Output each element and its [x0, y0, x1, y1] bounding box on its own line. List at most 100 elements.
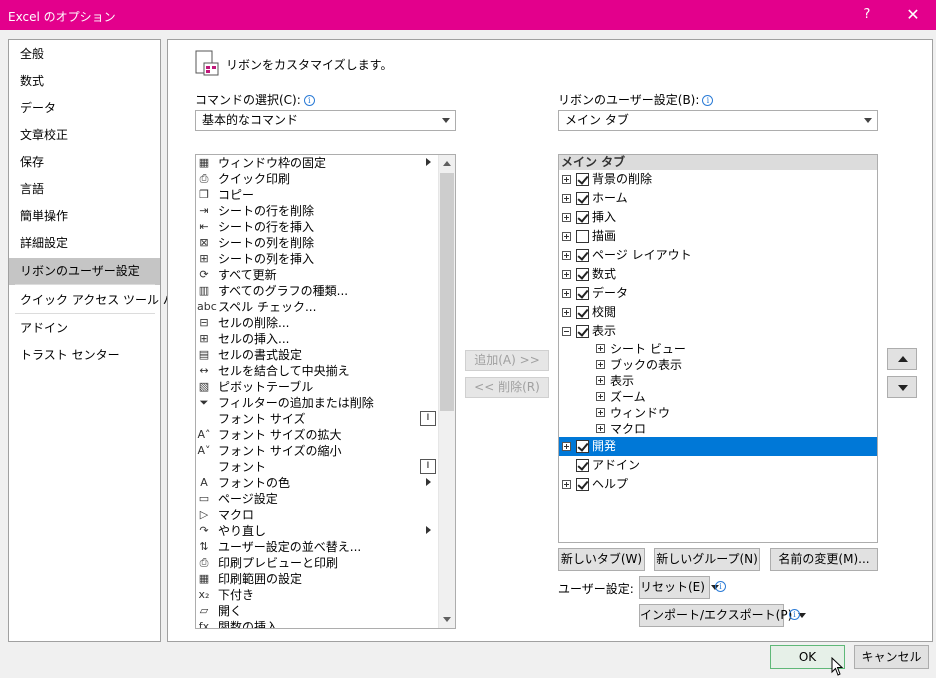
- cancel-button[interactable]: キャンセル: [854, 645, 929, 669]
- choose-commands-dropdown[interactable]: 基本的なコマンド: [195, 110, 456, 131]
- tree-item[interactable]: シート ビュー: [559, 341, 877, 357]
- nav-item[interactable]: データ: [9, 95, 160, 122]
- command-item[interactable]: ⟳ すべて更新: [196, 267, 439, 283]
- tree-item[interactable]: 挿入: [559, 208, 877, 227]
- expand-icon[interactable]: [562, 270, 571, 279]
- tree-item[interactable]: 開発: [559, 437, 877, 456]
- command-item[interactable]: A フォントの色: [196, 475, 439, 491]
- command-item[interactable]: ▦ ウィンドウ枠の固定: [196, 155, 439, 171]
- command-item[interactable]: フォント I: [196, 459, 439, 475]
- scroll-up-icon[interactable]: [439, 155, 455, 172]
- ribbon-tree[interactable]: メイン タブ 背景の削除 ホーム 挿入 描画 ページ レイアウト 数式 データ 校閲 表示 シート…: [558, 154, 878, 543]
- tab-checkbox[interactable]: [576, 192, 589, 205]
- reset-button[interactable]: リセット(E): [639, 576, 719, 599]
- tree-item[interactable]: データ: [559, 284, 877, 303]
- command-item[interactable]: ⇥ シートの行を削除: [196, 203, 439, 219]
- scroll-down-icon[interactable]: [439, 611, 455, 628]
- expand-icon[interactable]: [596, 408, 605, 417]
- expand-icon[interactable]: [562, 213, 571, 222]
- tree-item[interactable]: ヘルプ: [559, 475, 877, 494]
- expand-icon[interactable]: [596, 424, 605, 433]
- nav-item[interactable]: アドイン: [9, 315, 160, 342]
- command-item[interactable]: ⇤ シートの行を挿入: [196, 219, 439, 235]
- nav-item[interactable]: 詳細設定: [9, 230, 160, 257]
- command-item[interactable]: ⏷ フィルターの追加または削除: [196, 395, 439, 411]
- command-item[interactable]: x₂ 下付き: [196, 587, 439, 603]
- expand-icon[interactable]: [596, 376, 605, 385]
- new-group-button[interactable]: 新しいグループ(N): [654, 548, 760, 571]
- new-tab-button[interactable]: 新しいタブ(W): [558, 548, 645, 571]
- command-item[interactable]: A˄ フォント サイズの拡大: [196, 427, 439, 443]
- tree-item[interactable]: マクロ: [559, 421, 877, 437]
- command-item[interactable]: フォント サイズ I: [196, 411, 439, 427]
- command-item[interactable]: A˅ フォント サイズの縮小: [196, 443, 439, 459]
- help-button[interactable]: ?: [844, 0, 890, 30]
- tree-item[interactable]: アドイン: [559, 456, 877, 475]
- tree-item[interactable]: 表示: [559, 373, 877, 389]
- command-item[interactable]: ▱ 開く: [196, 603, 439, 619]
- command-item[interactable]: ❐ コピー: [196, 187, 439, 203]
- tree-item[interactable]: ウィンドウ: [559, 405, 877, 421]
- expand-icon[interactable]: [562, 194, 571, 203]
- remove-button[interactable]: << 削除(R): [465, 377, 549, 398]
- command-item[interactable]: ▭ ページ設定: [196, 491, 439, 507]
- nav-item[interactable]: 言語: [9, 176, 160, 203]
- command-item[interactable]: ⊞ シートの列を挿入: [196, 251, 439, 267]
- command-item[interactable]: ▧ ピボットテーブル: [196, 379, 439, 395]
- customize-ribbon-dropdown[interactable]: メイン タブ: [558, 110, 878, 131]
- command-item[interactable]: ⎙ クイック印刷: [196, 171, 439, 187]
- commands-list[interactable]: ▦ ウィンドウ枠の固定 ⎙ クイック印刷 ❐ コピー ⇥ シートの行を削除 ⇤ シートの行を挿入 ⊠…: [195, 154, 456, 629]
- expand-icon[interactable]: [562, 251, 571, 260]
- tree-item[interactable]: ズーム: [559, 389, 877, 405]
- expand-icon[interactable]: [562, 289, 571, 298]
- tree-item[interactable]: 数式: [559, 265, 877, 284]
- command-item[interactable]: ▤ セルの書式設定: [196, 347, 439, 363]
- command-item[interactable]: ⇅ ユーザー設定の並べ替え...: [196, 539, 439, 555]
- command-item[interactable]: ↷ やり直し: [196, 523, 439, 539]
- tree-item[interactable]: ブックの表示: [559, 357, 877, 373]
- tab-checkbox[interactable]: [576, 268, 589, 281]
- commands-scrollbar[interactable]: [438, 155, 455, 628]
- move-down-button[interactable]: [887, 376, 917, 398]
- import-export-button[interactable]: インポート/エクスポート(P): [639, 604, 807, 627]
- command-item[interactable]: ⎙ 印刷プレビューと印刷: [196, 555, 439, 571]
- expand-icon[interactable]: [596, 360, 605, 369]
- tree-item[interactable]: ホーム: [559, 189, 877, 208]
- scroll-thumb[interactable]: [440, 173, 454, 411]
- tab-checkbox[interactable]: [576, 211, 589, 224]
- command-item[interactable]: abc スペル チェック...: [196, 299, 439, 315]
- tab-checkbox[interactable]: [576, 325, 589, 338]
- command-item[interactable]: ▦ 印刷範囲の設定: [196, 571, 439, 587]
- command-item[interactable]: ▷ マクロ: [196, 507, 439, 523]
- nav-item[interactable]: クイック アクセス ツール バー: [9, 287, 187, 314]
- command-item[interactable]: ⊞ セルの挿入...: [196, 331, 439, 347]
- command-item[interactable]: ↔ セルを結合して中央揃え: [196, 363, 439, 379]
- tree-item[interactable]: ページ レイアウト: [559, 246, 877, 265]
- tab-checkbox[interactable]: [576, 440, 589, 453]
- expand-icon[interactable]: [562, 232, 571, 241]
- expand-icon[interactable]: [596, 344, 605, 353]
- tab-checkbox[interactable]: [576, 249, 589, 262]
- nav-item[interactable]: リボンのユーザー設定: [9, 258, 160, 285]
- command-item[interactable]: ⊠ シートの列を削除: [196, 235, 439, 251]
- tab-checkbox[interactable]: [576, 306, 589, 319]
- nav-item[interactable]: 簡単操作: [9, 203, 160, 230]
- tree-item[interactable]: 校閲: [559, 303, 877, 322]
- collapse-icon[interactable]: [562, 327, 571, 336]
- move-up-button[interactable]: [887, 348, 917, 370]
- nav-item[interactable]: 文章校正: [9, 122, 160, 149]
- nav-item[interactable]: 数式: [9, 68, 160, 95]
- command-item[interactable]: ▥ すべてのグラフの種類...: [196, 283, 439, 299]
- rename-button[interactable]: 名前の変更(M)...: [770, 548, 878, 571]
- expand-icon[interactable]: [562, 480, 571, 489]
- tree-item[interactable]: 背景の削除: [559, 170, 877, 189]
- nav-item[interactable]: 保存: [9, 149, 160, 176]
- tree-item[interactable]: 表示: [559, 322, 877, 341]
- command-item[interactable]: ⊟ セルの削除...: [196, 315, 439, 331]
- tab-checkbox[interactable]: [576, 230, 589, 243]
- add-button[interactable]: 追加(A) >>: [465, 350, 549, 371]
- close-button[interactable]: ✕: [890, 0, 936, 30]
- expand-icon[interactable]: [562, 308, 571, 317]
- tab-checkbox[interactable]: [576, 459, 589, 472]
- tab-checkbox[interactable]: [576, 478, 589, 491]
